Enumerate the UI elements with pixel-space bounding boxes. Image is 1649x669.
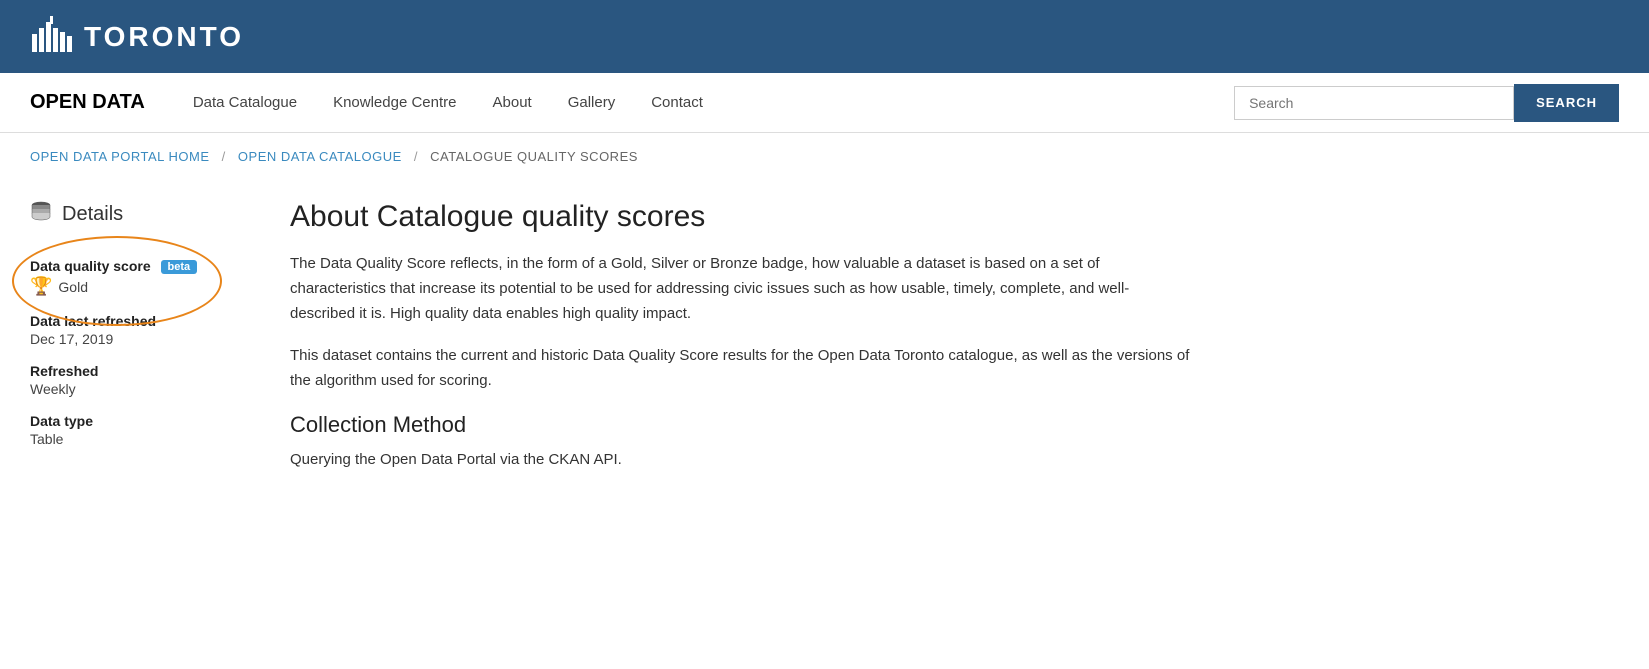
breadcrumb-separator-1: / xyxy=(222,149,226,164)
trophy-icon: 🏆 xyxy=(30,276,52,297)
sidebar: Details Data quality score beta 🏆 Gold D… xyxy=(30,200,250,491)
detail-value-gold: 🏆 Gold xyxy=(30,276,250,297)
breadcrumb-link-catalogue[interactable]: OPEN DATA CATALOGUE xyxy=(238,149,402,164)
article-paragraph-2: This dataset contains the current and hi… xyxy=(290,344,1190,394)
main-content: Details Data quality score beta 🏆 Gold D… xyxy=(0,180,1649,531)
detail-label-quality-score: Data quality score beta xyxy=(30,258,250,274)
beta-badge: beta xyxy=(161,260,198,274)
details-panel: Data quality score beta 🏆 Gold Data last… xyxy=(30,248,250,473)
database-stack-icon xyxy=(30,200,52,228)
detail-item-refreshed: Refreshed Weekly xyxy=(30,363,250,397)
nav-link-knowledge-centre[interactable]: Knowledge Centre xyxy=(315,94,474,111)
article-content: About Catalogue quality scores The Data … xyxy=(290,200,1190,491)
search-button[interactable]: SEARCH xyxy=(1514,84,1619,122)
logo-area: TORONTO xyxy=(30,14,244,59)
article-paragraph-1: The Data Quality Score reflects, in the … xyxy=(290,252,1190,326)
detail-item-last-refreshed: Data last refreshed Dec 17, 2019 xyxy=(30,313,250,347)
nav-links: Data Catalogue Knowledge Centre About Ga… xyxy=(175,94,1234,111)
top-header-bar: TORONTO xyxy=(0,0,1649,73)
breadcrumb-separator-2: / xyxy=(414,149,418,164)
detail-label-last-refreshed: Data last refreshed xyxy=(30,313,250,329)
search-area: SEARCH xyxy=(1234,84,1619,122)
detail-item-quality-score: Data quality score beta 🏆 Gold xyxy=(30,258,250,297)
sidebar-details-label: Details xyxy=(62,203,123,226)
detail-value-data-type: Table xyxy=(30,431,250,447)
nav-link-about[interactable]: About xyxy=(475,94,550,111)
article-paragraph-collection-method: Querying the Open Data Portal via the CK… xyxy=(290,448,1190,473)
logo-text: TORONTO xyxy=(84,21,244,53)
breadcrumb: OPEN DATA PORTAL HOME / OPEN DATA CATALO… xyxy=(0,133,1649,180)
toronto-buildings-icon xyxy=(30,14,74,59)
detail-item-data-type: Data type Table xyxy=(30,413,250,447)
nav-bar: OPEN DATA Data Catalogue Knowledge Centr… xyxy=(0,73,1649,133)
search-input[interactable] xyxy=(1234,86,1514,120)
breadcrumb-link-home[interactable]: OPEN DATA PORTAL HOME xyxy=(30,149,210,164)
sidebar-title: Details xyxy=(30,200,250,228)
article-title: About Catalogue quality scores xyxy=(290,200,1190,234)
breadcrumb-current: CATALOGUE QUALITY SCORES xyxy=(430,149,638,164)
nav-brand: OPEN DATA xyxy=(30,91,145,114)
detail-label-data-type: Data type xyxy=(30,413,250,429)
detail-value-refreshed: Weekly xyxy=(30,381,250,397)
detail-label-refreshed: Refreshed xyxy=(30,363,250,379)
section-heading-collection-method: Collection Method xyxy=(290,412,1190,438)
detail-value-last-refreshed: Dec 17, 2019 xyxy=(30,331,250,347)
nav-link-contact[interactable]: Contact xyxy=(633,94,721,111)
nav-link-data-catalogue[interactable]: Data Catalogue xyxy=(175,94,315,111)
nav-link-gallery[interactable]: Gallery xyxy=(550,94,634,111)
